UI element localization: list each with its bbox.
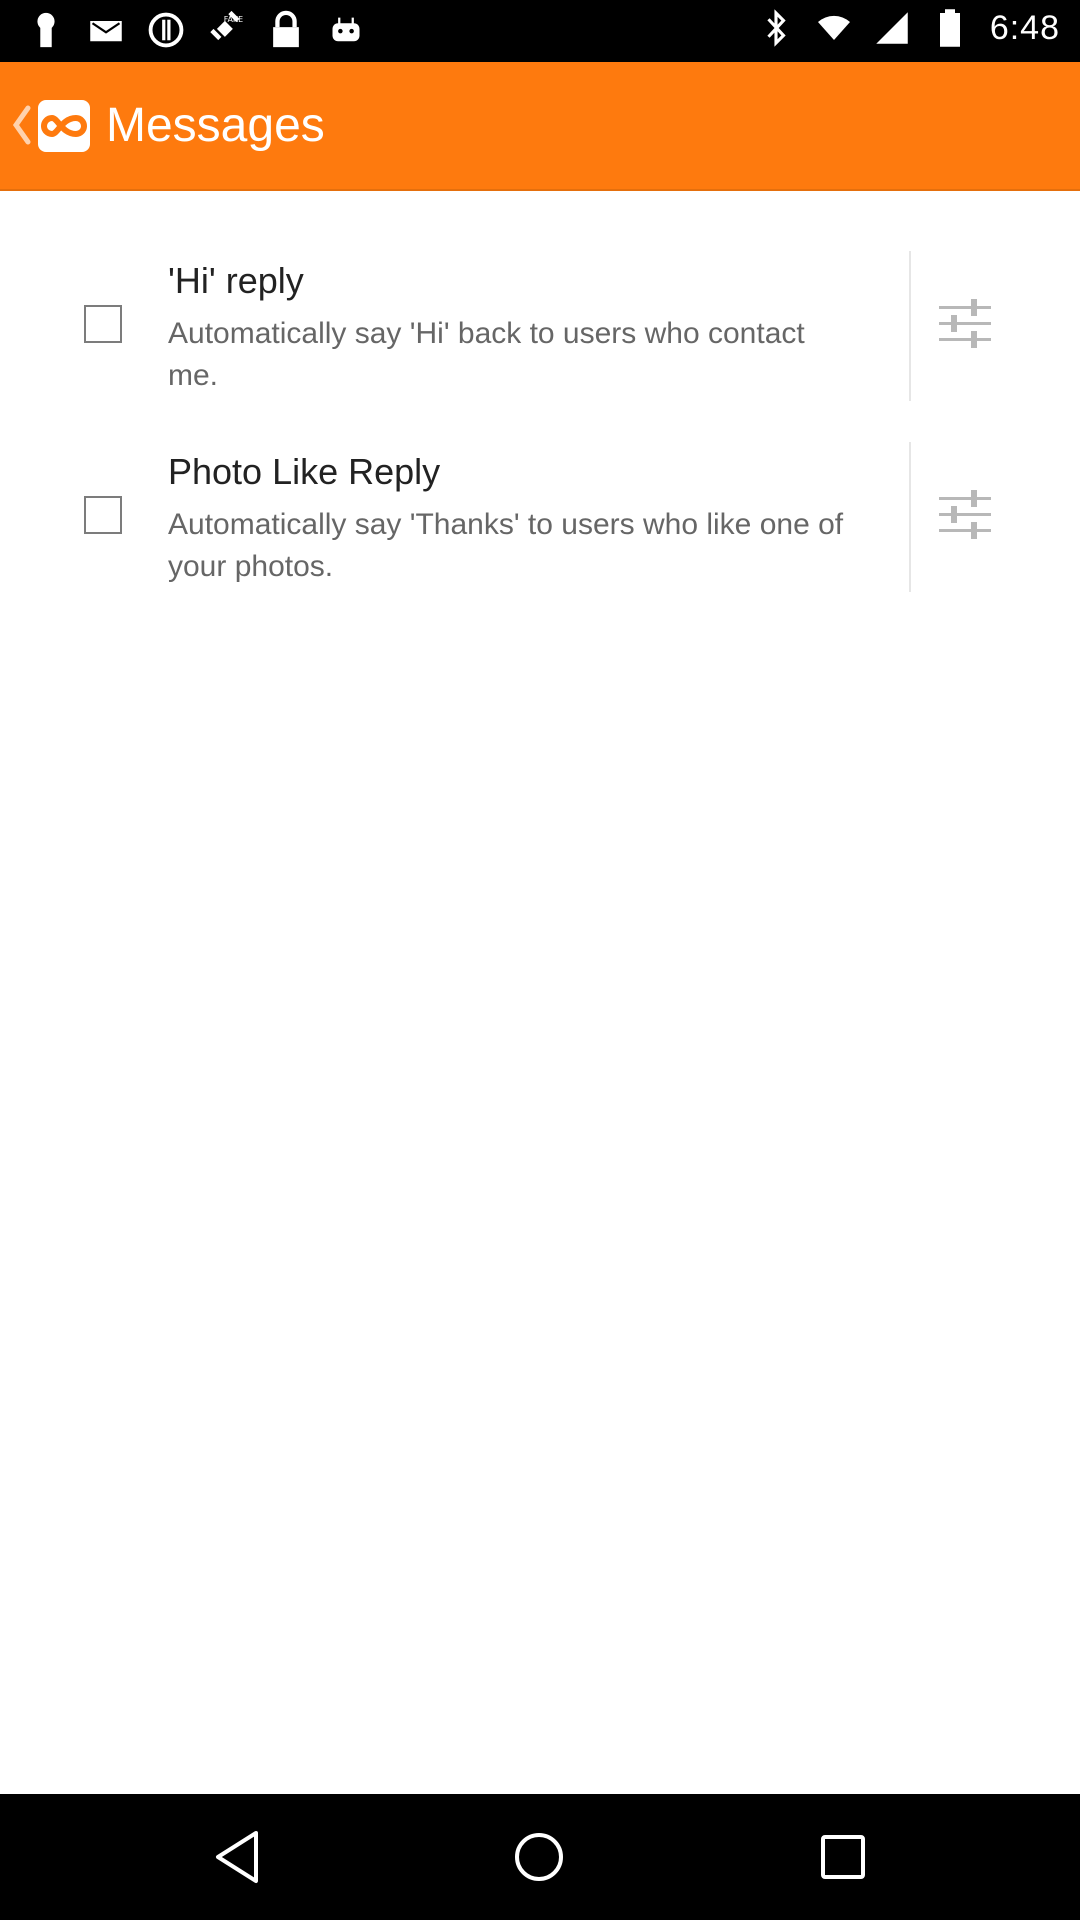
app-logo-icon[interactable] [38,100,90,152]
status-icons-left: FAKE [28,10,364,50]
settings-sliders-icon[interactable] [930,289,1000,359]
signal-icon [874,8,910,48]
mail-icon [88,10,124,50]
status-icons-right: 6:48 [758,8,1060,48]
svg-text:FAKE: FAKE [224,15,243,24]
navigation-bar [0,1794,1080,1920]
home-circle-icon [515,1833,563,1881]
vertical-divider [909,442,911,592]
keyhole-icon [28,10,64,50]
photo-like-reply-checkbox[interactable] [84,496,122,534]
setting-title: 'Hi' reply [168,260,304,301]
setting-row-photo-like-reply[interactable]: Photo Like Reply Automatically say 'Than… [0,442,1080,592]
battery-icon [932,8,968,48]
nav-home-button[interactable] [506,1824,572,1890]
status-bar: FAKE 6:48 [0,0,1080,62]
wifi-icon [816,8,852,48]
setting-description: Automatically say 'Thanks' to users who … [168,508,844,583]
bluetooth-icon [758,8,794,48]
fake-gps-icon: FAKE [208,10,244,50]
back-chevron-icon[interactable] [10,102,34,148]
settings-sliders-icon[interactable] [930,480,1000,550]
status-time: 6:48 [989,8,1060,47]
alert-icon [148,10,184,50]
setting-description: Automatically say 'Hi' back to users who… [168,317,805,392]
nav-back-button[interactable] [205,1824,271,1890]
page-title: Messages [106,99,325,152]
back-triangle-icon [216,1831,258,1883]
nav-recent-apps-button[interactable] [810,1824,876,1890]
hi-reply-checkbox[interactable] [84,305,122,343]
vertical-divider [909,251,911,401]
recent-apps-square-icon [821,1835,865,1879]
setting-title: Photo Like Reply [168,451,441,492]
app-bar: Messages [0,62,1080,191]
android-icon [328,10,364,50]
setting-row-hi-reply[interactable]: 'Hi' reply Automatically say 'Hi' back t… [0,251,1080,401]
lock-icon [268,10,304,50]
